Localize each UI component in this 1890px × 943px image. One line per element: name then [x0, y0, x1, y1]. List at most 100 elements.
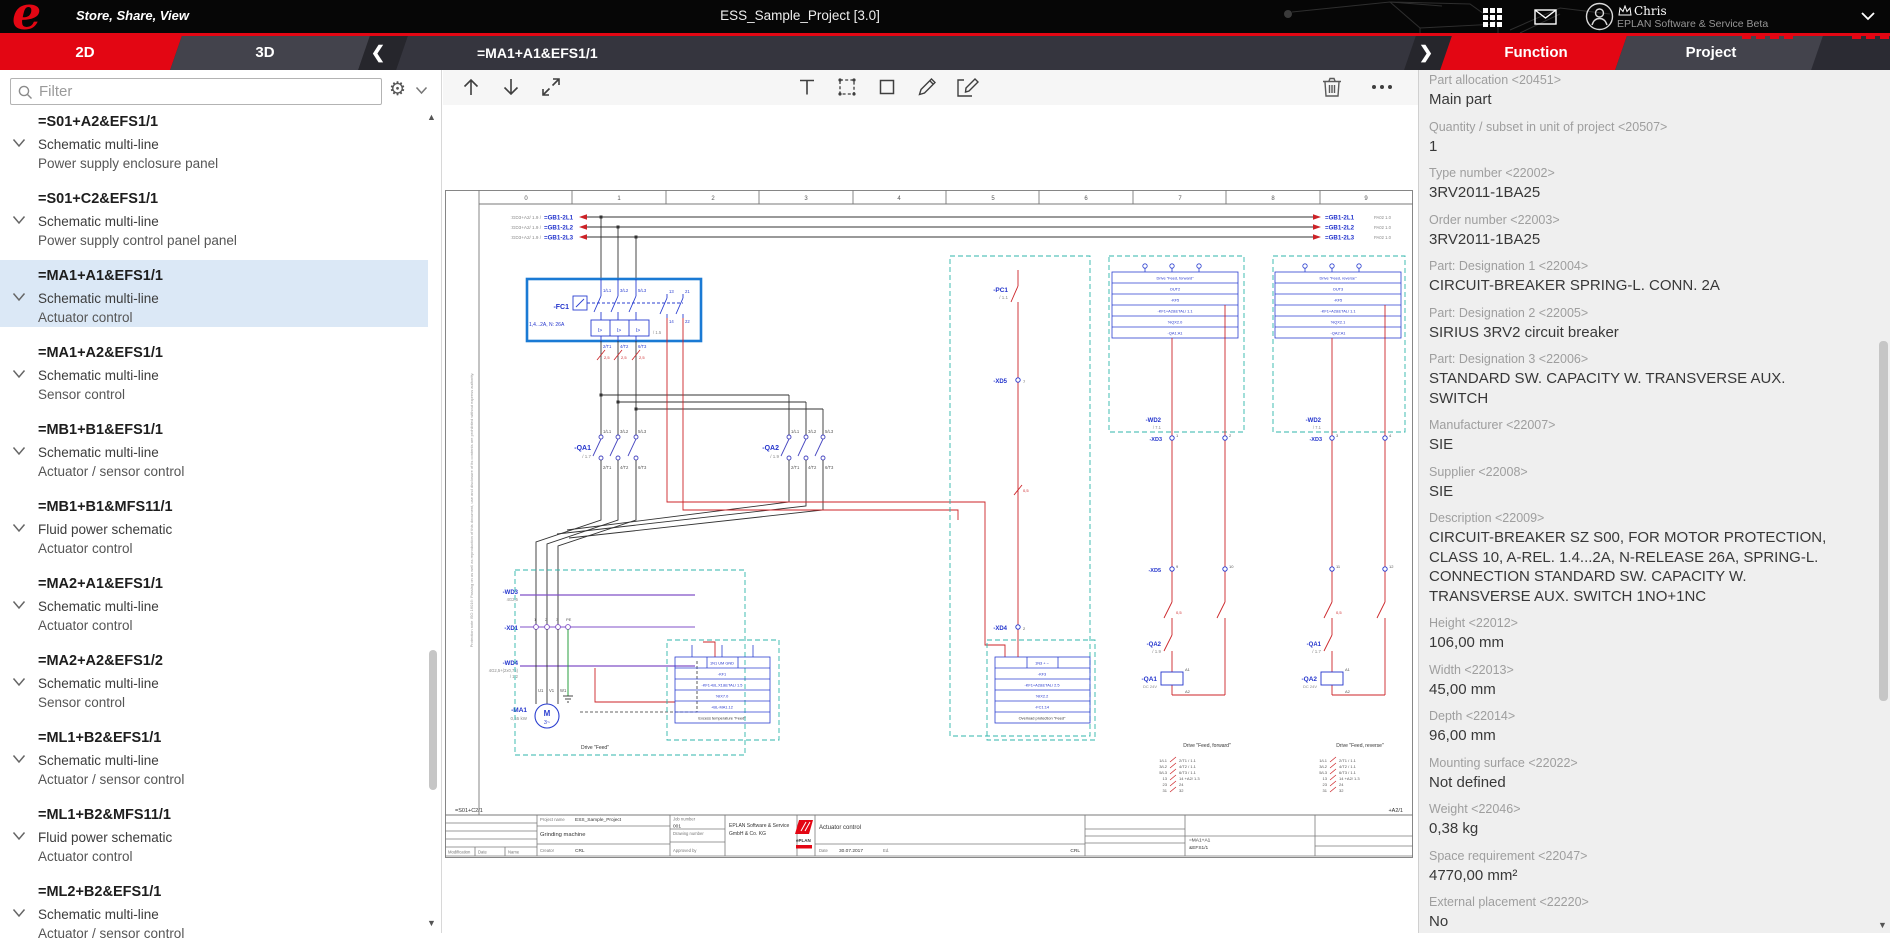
svg-text:-FC1: -FC1 — [553, 304, 569, 311]
chevron-down-icon[interactable] — [12, 677, 26, 687]
property-field: Description <22009>CIRCUIT-BREAKER SZ S0… — [1429, 511, 1829, 606]
list-item[interactable]: =ML1+B2&EFS1/1 Schematic multi-line Actu… — [0, 722, 428, 789]
svg-text:5/L3: 5/L3 — [1159, 770, 1168, 775]
svg-text:Drawing number: Drawing number — [673, 831, 704, 836]
panel-scrollbar-thumb[interactable] — [1879, 341, 1888, 701]
svg-text:3: 3 — [1336, 433, 1339, 438]
scroll-up-icon[interactable]: ▲ — [427, 112, 436, 122]
chevron-down-icon[interactable] — [12, 369, 26, 379]
mail-icon[interactable] — [1534, 9, 1557, 25]
filter-field[interactable] — [10, 78, 382, 105]
svg-text:Ed.: Ed. — [883, 848, 889, 853]
svg-text:14 +A2/ 1.3: 14 +A2/ 1.3 — [1339, 776, 1360, 781]
svg-text:1N3 + −: 1N3 + − — [1035, 661, 1050, 666]
settings-chevron-down-icon[interactable] — [415, 86, 428, 95]
svg-text:0,5: 0,5 — [1336, 610, 1342, 615]
svg-text:I>: I> — [598, 328, 602, 334]
svg-text:/ 1.9: / 1.9 — [1152, 649, 1161, 654]
select-tool-button[interactable] — [833, 74, 861, 102]
scroll-down-icon[interactable]: ▼ — [427, 918, 436, 928]
property-field: Part: Designation 1 <22004>CIRCUIT-BREAK… — [1429, 259, 1829, 296]
property-field: Part: Designation 2 <22005>SIRIUS 3RV2 c… — [1429, 306, 1829, 343]
chevron-down-icon[interactable] — [12, 292, 26, 302]
tab-2d[interactable]: 2D — [20, 36, 150, 70]
chevron-down-icon[interactable] — [12, 215, 26, 225]
svg-text:CRL: CRL — [575, 848, 585, 854]
svg-text:PE: PE — [566, 617, 572, 622]
filter-input[interactable] — [39, 79, 379, 104]
list-item[interactable]: =MA2+A2&EFS1/2 Schematic multi-line Sens… — [0, 645, 428, 712]
list-item-selected[interactable]: =MA1+A1&EFS1/1 Schematic multi-line Actu… — [0, 260, 428, 327]
fit-view-button[interactable] — [537, 74, 565, 102]
chevron-down-icon[interactable] — [12, 754, 26, 764]
tab-3d[interactable]: 3D — [200, 36, 330, 70]
svg-text:1N1 UM GND: 1N1 UM GND — [710, 661, 734, 666]
page-id: =ML1+B2&MFS11/1 — [0, 804, 428, 826]
list-item[interactable]: =MA1+A2&EFS1/1 Schematic multi-line Sens… — [0, 337, 428, 404]
property-field: Part allocation <20451>Main part — [1429, 73, 1829, 110]
svg-text:1: 1 — [534, 617, 537, 622]
svg-text::GD3+A2/ 1.9 /: :GD3+A2/ 1.9 / — [510, 225, 541, 230]
svg-text:2,5: 2,5 — [604, 355, 610, 360]
chevron-down-icon[interactable] — [12, 446, 26, 456]
chevron-down-icon[interactable] — [12, 831, 26, 841]
svg-text:CRL: CRL — [1070, 848, 1080, 854]
tab-function[interactable]: Function — [1466, 36, 1606, 70]
svg-text:ePLAN: ePLAN — [796, 838, 811, 843]
page-down-button[interactable] — [497, 74, 525, 102]
sidebar-scrollbar-thumb[interactable] — [429, 650, 437, 790]
chevron-down-icon[interactable] — [1860, 11, 1876, 21]
svg-text:5/L3: 5/L3 — [1319, 770, 1328, 775]
svg-text:Overload protection "Feed": Overload protection "Feed" — [1019, 716, 1066, 721]
page-up-button[interactable] — [457, 74, 485, 102]
svg-text:DC 24V: DC 24V — [1143, 684, 1157, 689]
svg-text:-QA2: -QA2 — [1301, 676, 1317, 683]
property-field: Depth <22014>96,00 mm — [1429, 709, 1829, 746]
svg-text:3~: 3~ — [544, 720, 550, 726]
svg-text:Job number: Job number — [673, 817, 696, 822]
chevron-down-icon[interactable] — [12, 138, 26, 148]
view-settings-gear-icon[interactable]: ⚙ — [389, 78, 406, 101]
chevron-down-icon[interactable] — [12, 908, 26, 918]
list-item[interactable]: =MA2+A1&EFS1/1 Schematic multi-line Actu… — [0, 568, 428, 635]
more-options-button[interactable] — [1368, 74, 1396, 102]
list-item[interactable]: =ML1+B2&MFS11/1 Fluid power schematic Ac… — [0, 799, 428, 866]
property-field: Type number <22002>3RV2011-1BA25 — [1429, 166, 1829, 203]
tab-current-page[interactable]: =MA1+A1&EFS1/1 — [477, 36, 777, 70]
delete-button[interactable] — [1318, 74, 1346, 102]
svg-text:=GB1-2L2: =GB1-2L2 — [1325, 225, 1355, 232]
svg-text:21: 21 — [685, 289, 690, 294]
drawing-canvas[interactable]: 0 1 2 3 4 5 6 7 8 9 Protection note ISO … — [443, 70, 1418, 933]
list-item[interactable]: =MB1+B1&EFS1/1 Schematic multi-line Actu… — [0, 414, 428, 481]
chevron-down-icon[interactable] — [12, 523, 26, 533]
motor-ma1[interactable]: M 3~ -MA1 0,55 kW U1 V1 W1 — [510, 629, 697, 728]
list-item[interactable]: =S01+A2&EFS1/1 Schematic multi-line Powe… — [0, 106, 428, 173]
svg-text:001: 001 — [673, 824, 681, 830]
avatar[interactable] — [1585, 2, 1614, 31]
redline-edit-button[interactable] — [953, 74, 981, 102]
svg-text:/ 1.1: / 1.1 — [999, 295, 1008, 300]
page-desc: Actuator / sensor control — [0, 770, 428, 789]
svg-text:9: 9 — [1176, 564, 1179, 569]
crown-icon — [1618, 5, 1632, 16]
text-tool-button[interactable] — [793, 74, 821, 102]
property-field: Manufacturer <22007>SIE — [1429, 418, 1829, 455]
user-name[interactable]: Chris — [1634, 4, 1667, 18]
list-item[interactable]: =MB1+B1&MFS11/1 Fluid power schematic Ac… — [0, 491, 428, 558]
schematic-sheet[interactable]: 0 1 2 3 4 5 6 7 8 9 Protection note ISO … — [445, 190, 1413, 858]
rectangle-tool-button[interactable] — [873, 74, 901, 102]
back-chevron-icon[interactable]: ❮ — [366, 36, 390, 70]
pencil-tool-button[interactable] — [913, 74, 941, 102]
list-item[interactable]: =S01+C2&EFS1/1 Schematic multi-line Powe… — [0, 183, 428, 250]
tab-project[interactable]: Project — [1641, 36, 1781, 70]
forward-chevron-icon[interactable]: ❯ — [1414, 36, 1438, 70]
apps-grid-icon[interactable] — [1483, 8, 1503, 28]
svg-text:/ 1.5: / 1.5 — [653, 330, 662, 335]
feeder-wires: 2,5 2,5 2,5 — [597, 341, 823, 435]
svg-text:4/T2 / 1.1: 4/T2 / 1.1 — [1179, 764, 1197, 769]
panel-scroll-down-icon[interactable]: ▼ — [1878, 920, 1887, 930]
svg-text:14: 14 — [669, 319, 674, 324]
svg-text:2: 2 — [1023, 626, 1026, 631]
svg-text:12: 12 — [1389, 564, 1394, 569]
chevron-down-icon[interactable] — [12, 600, 26, 610]
